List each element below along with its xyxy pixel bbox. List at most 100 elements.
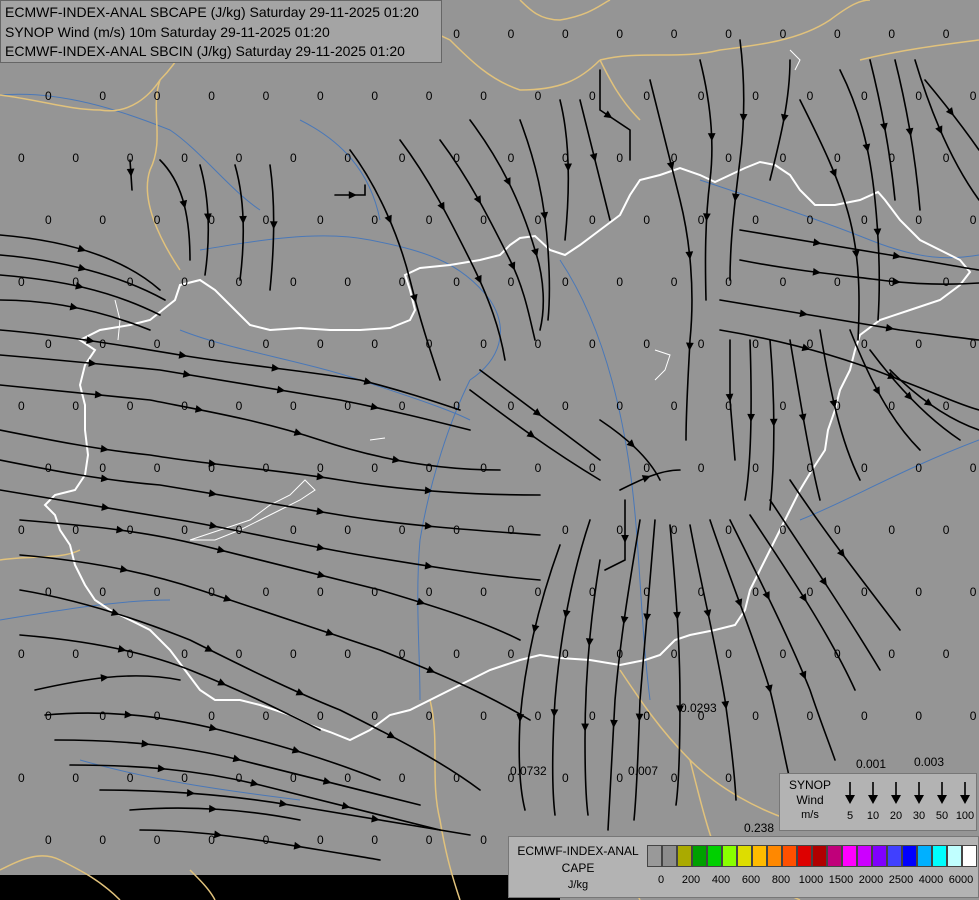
grid-value-label: 0 [181, 399, 188, 413]
grid-value-label: 0 [535, 585, 542, 599]
grid-value-label: 0 [263, 709, 270, 723]
grid-value-label: 0 [616, 27, 623, 41]
grid-value-label: 0 [943, 523, 950, 537]
grid-value-label: 0 [807, 709, 814, 723]
grid-value-label: 0 [834, 523, 841, 537]
cape-color-swatch [722, 845, 737, 867]
grid-value-label: 0 [290, 771, 297, 785]
grid-value-label: 0 [371, 461, 378, 475]
grid-value-label: 0 [915, 213, 922, 227]
cape-color-swatch [767, 845, 782, 867]
grid-value-label: 0 [480, 337, 487, 351]
grid-value-label: 0 [181, 771, 188, 785]
grid-value-label: 0 [861, 585, 868, 599]
grid-value-label: 0 [344, 275, 351, 289]
grid-value-label: 0 [290, 151, 297, 165]
grid-value-label: 0 [616, 275, 623, 289]
grid-value-label: 0 [99, 213, 106, 227]
grid-value-label: 0 [752, 213, 759, 227]
grid-value-label: 0 [725, 151, 732, 165]
cape-color-swatch [872, 845, 887, 867]
grid-value-label: 0 [181, 647, 188, 661]
grid-value-label: 0 [426, 461, 433, 475]
cape-title-line: CAPE [561, 861, 595, 875]
grid-value-label: 0 [127, 151, 134, 165]
grid-value-label: 0 [834, 399, 841, 413]
grid-value-label: 0 [752, 337, 759, 351]
grid-value-label: 0 [208, 585, 215, 599]
grid-value-label: 0 [780, 399, 787, 413]
grid-value-label: 0 [888, 523, 895, 537]
cape-tick-label: 2500 [888, 874, 914, 886]
grid-value-label: 0 [807, 585, 814, 599]
cape-tick-label: 600 [741, 874, 761, 886]
grid-value-label: 0 [45, 89, 52, 103]
grid-value-label: 0 [643, 89, 650, 103]
grid-value-label: 0 [508, 647, 515, 661]
grid-value-label: 0 [263, 585, 270, 599]
synop-speed-label: 50 [935, 810, 949, 822]
cape-tick-label: 400 [711, 874, 731, 886]
grid-value-label: 0 [643, 461, 650, 475]
cape-color-swatch [752, 845, 767, 867]
grid-value-label: 0 [780, 275, 787, 289]
grid-value-label: 0 [290, 399, 297, 413]
weather-map: 0 0 0 0 0 0 0 0 0 0 0 0 0 0 0 0 0 0 0 0 0 0 0 0 0 0 0 0 0 0 0 0 0 0 0 0 0 0 0 0… [0, 0, 979, 900]
grid-value-label: 0 [888, 399, 895, 413]
cape-legend-title: ECMWF-INDEX-ANAL CAPE J/kg [511, 843, 645, 894]
grid-value-label: 0 [317, 833, 324, 847]
grid-value-label: 0 [480, 461, 487, 475]
grid-value-label: 0 [399, 523, 406, 537]
grid-value-label: 0 [943, 27, 950, 41]
grid-value-label: 0 [399, 399, 406, 413]
wind-arrow-down-icon [955, 780, 975, 806]
grid-value-label: 0 [698, 585, 705, 599]
grid-value-label: 0 [18, 399, 25, 413]
cape-color-swatch [812, 845, 827, 867]
grid-special-value: 0.0732 [510, 764, 547, 778]
grid-value-label: 0 [943, 399, 950, 413]
synop-speed-label: 20 [889, 810, 903, 822]
grid-value-label: 0 [99, 461, 106, 475]
grid-value-label: 0 [671, 27, 678, 41]
grid-value-label: 0 [181, 151, 188, 165]
cape-tick-label: 6000 [948, 874, 974, 886]
cape-tick-label: 4000 [918, 874, 944, 886]
grid-value-label: 0 [508, 523, 515, 537]
grid-value-label: 0 [643, 585, 650, 599]
grid-value-label: 0 [834, 151, 841, 165]
grid-value-label: 0 [643, 337, 650, 351]
grid-value-label: 0 [616, 151, 623, 165]
grid-value-label: 0 [508, 275, 515, 289]
grid-value-label: 0 [426, 833, 433, 847]
grid-value-label: 0 [344, 647, 351, 661]
grid-value-label: 0 [535, 337, 542, 351]
grid-value-label: 0 [861, 337, 868, 351]
grid-value-label: 0 [671, 523, 678, 537]
grid-value-label: 0 [426, 213, 433, 227]
grid-value-label: 0 [970, 461, 977, 475]
grid-value-label: 0 [888, 647, 895, 661]
grid-value-label: 0 [698, 461, 705, 475]
grid-value-label: 0 [154, 89, 161, 103]
grid-value-label: 0 [263, 337, 270, 351]
grid-value-label: 0 [915, 89, 922, 103]
grid-value-label: 0 [317, 585, 324, 599]
cape-color-swatch [857, 845, 872, 867]
grid-value-label: 0 [453, 771, 460, 785]
grid-value-label: 0 [915, 709, 922, 723]
grid-value-label: 0 [236, 399, 243, 413]
cape-color-swatch [797, 845, 812, 867]
grid-value-label: 0 [127, 399, 134, 413]
synop-title-line: SYNOP [788, 778, 831, 792]
grid-value-label: 0 [371, 585, 378, 599]
grid-value-label: 0 [480, 709, 487, 723]
grid-value-label: 0 [780, 647, 787, 661]
grid-value-label: 0 [371, 213, 378, 227]
grid-value-label: 0 [562, 151, 569, 165]
grid-value-label: 0 [725, 27, 732, 41]
grid-value-label: 0 [780, 523, 787, 537]
grid-value-label: 0 [861, 709, 868, 723]
grid-value-label: 0 [154, 833, 161, 847]
grid-value-label: 0 [671, 771, 678, 785]
